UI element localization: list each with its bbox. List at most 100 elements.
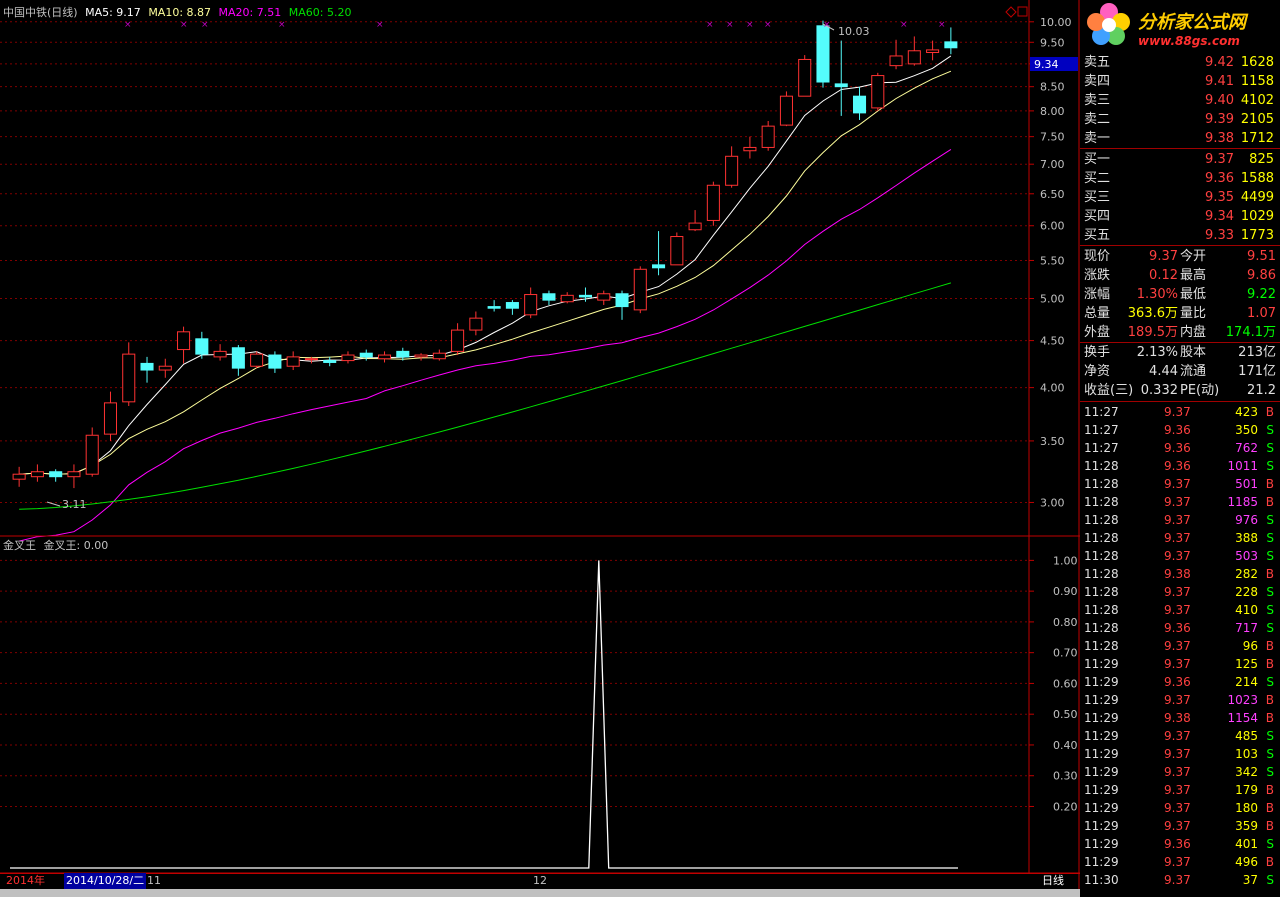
tick-row[interactable]: 11:28 9.36 1011 S — [1080, 457, 1280, 475]
tick-p: 9.36 — [1164, 423, 1191, 437]
tick-t: 11:28 — [1084, 531, 1119, 545]
y-tick-label: 7.50 — [1040, 131, 1065, 144]
tick-v: 282 — [1235, 567, 1258, 581]
tick-row[interactable]: 11:29 9.37 180 B — [1080, 799, 1280, 817]
candle-body — [816, 25, 830, 83]
y-tick-label: 1.00 — [1053, 554, 1078, 567]
tick-v: 180 — [1235, 801, 1258, 815]
svg-text:×: × — [278, 20, 286, 30]
tick-row[interactable]: 11:29 9.37 496 B — [1080, 853, 1280, 871]
tick-row[interactable]: 11:28 9.38 282 B — [1080, 565, 1280, 583]
y-tick-label: 5.00 — [1040, 293, 1065, 306]
sell-level-5[interactable]: 卖五 9.42 1628 — [1080, 53, 1280, 72]
candle-body — [414, 354, 428, 358]
x-axis-year: 2014年 — [6, 874, 45, 887]
tick-t: 11:28 — [1084, 495, 1119, 509]
tick-row[interactable]: 11:28 9.37 501 B — [1080, 475, 1280, 493]
tick-row[interactable]: 11:27 9.36 762 S — [1080, 439, 1280, 457]
order-label: 卖二 — [1084, 112, 1111, 127]
period-label[interactable]: 日线 — [1042, 873, 1064, 889]
tick-row[interactable]: 11:29 9.36 401 S — [1080, 835, 1280, 853]
order-volume: 1029 — [1240, 209, 1274, 224]
tick-row[interactable]: 11:29 9.37 125 B — [1080, 655, 1280, 673]
candle-body — [451, 329, 465, 352]
candle-body — [907, 50, 921, 65]
buy-level-1[interactable]: 买一 9.37 825 — [1080, 150, 1280, 169]
tick-p: 9.36 — [1164, 441, 1191, 455]
tick-p: 9.37 — [1164, 747, 1191, 761]
tick-row[interactable]: 11:27 9.37 423 B — [1080, 403, 1280, 421]
finance-row-1: 净资 4.44 流通 171亿 — [1080, 362, 1280, 381]
tick-s: S — [1266, 765, 1274, 779]
tick-t: 11:29 — [1084, 783, 1119, 797]
tick-row[interactable]: 11:28 9.37 96 B — [1080, 637, 1280, 655]
tick-p: 9.36 — [1164, 621, 1191, 635]
tick-row[interactable]: 11:27 9.36 350 S — [1080, 421, 1280, 439]
candle-body — [323, 360, 337, 363]
tick-row[interactable]: 11:29 9.37 359 B — [1080, 817, 1280, 835]
tick-v: 976 — [1235, 513, 1258, 527]
tick-row[interactable]: 11:28 9.37 976 S — [1080, 511, 1280, 529]
candle-body — [67, 471, 81, 478]
order-label: 卖五 — [1084, 55, 1111, 70]
sell-level-3[interactable]: 卖三 9.40 4102 — [1080, 91, 1280, 110]
candle-body — [213, 350, 227, 358]
stock-name: 中国中铁(日线) — [3, 6, 78, 19]
order-price: 9.37 — [1205, 152, 1234, 167]
indicator-tab-bar[interactable]: 指标模板金叉MACDDMIDMAFSLTRIXBRARCRVROBVASIEMV… — [0, 889, 1080, 897]
tick-row[interactable]: 11:29 9.38 1154 B — [1080, 709, 1280, 727]
sell-level-2[interactable]: 卖二 9.39 2105 — [1080, 110, 1280, 129]
y-tick-label: 4.00 — [1040, 382, 1065, 395]
tick-v: 103 — [1235, 747, 1258, 761]
tick-s: S — [1266, 531, 1274, 545]
tick-s: B — [1265, 657, 1274, 671]
tick-p: 9.37 — [1164, 873, 1191, 887]
quote-c: 最低 — [1180, 287, 1207, 302]
y-tick-label: 3.00 — [1040, 496, 1065, 509]
tick-row[interactable]: 11:29 9.36 214 S — [1080, 673, 1280, 691]
buy-level-5[interactable]: 买五 9.33 1773 — [1080, 226, 1280, 245]
tick-row[interactable]: 11:29 9.37 485 S — [1080, 727, 1280, 745]
current-price-marker-label: 9.34 — [1034, 58, 1059, 71]
tick-t: 11:28 — [1084, 513, 1119, 527]
tick-row[interactable]: 11:28 9.37 388 S — [1080, 529, 1280, 547]
tick-v: 410 — [1235, 603, 1258, 617]
chart-area[interactable]: 10.009.509.008.508.007.507.006.506.005.5… — [0, 0, 1080, 897]
buy-level-4[interactable]: 买四 9.34 1029 — [1080, 207, 1280, 226]
svg-text:×: × — [823, 20, 831, 30]
tick-t: 11:29 — [1084, 711, 1119, 725]
candle-body — [615, 293, 629, 308]
separator — [1080, 245, 1280, 246]
candle-body — [231, 347, 245, 369]
tick-s: S — [1266, 459, 1274, 473]
order-label: 卖三 — [1084, 93, 1111, 108]
quote-b: 9.37 — [1149, 249, 1178, 264]
tick-row[interactable]: 11:28 9.36 717 S — [1080, 619, 1280, 637]
buy-level-2[interactable]: 买二 9.36 1588 — [1080, 169, 1280, 188]
tick-p: 9.37 — [1164, 549, 1191, 563]
order-volume: 2105 — [1240, 112, 1274, 127]
indicator-value: 金叉王: 0.00 — [43, 539, 109, 552]
tick-row[interactable]: 11:29 9.37 342 S — [1080, 763, 1280, 781]
tick-row[interactable]: 11:29 9.37 103 S — [1080, 745, 1280, 763]
sell-level-4[interactable]: 卖四 9.41 1158 — [1080, 72, 1280, 91]
quote-d: 21.2 — [1247, 383, 1276, 398]
tick-t: 11:29 — [1084, 747, 1119, 761]
tick-v: 228 — [1235, 585, 1258, 599]
quote-a: 现价 — [1084, 249, 1111, 264]
tick-row[interactable]: 11:28 9.37 503 S — [1080, 547, 1280, 565]
tick-row[interactable]: 11:28 9.37 410 S — [1080, 601, 1280, 619]
buy-level-3[interactable]: 买三 9.35 4499 — [1080, 188, 1280, 207]
candle-body — [140, 362, 154, 371]
tick-v: 179 — [1235, 783, 1258, 797]
tick-t: 11:29 — [1084, 837, 1119, 851]
tick-row[interactable]: 11:30 9.37 37 S — [1080, 871, 1280, 889]
sell-level-1[interactable]: 卖一 9.38 1712 — [1080, 129, 1280, 148]
tick-row[interactable]: 11:29 9.37 1023 B — [1080, 691, 1280, 709]
order-volume: 825 — [1249, 152, 1274, 167]
quote-a: 涨跌 — [1084, 268, 1111, 283]
quote-a: 涨幅 — [1084, 287, 1111, 302]
tick-row[interactable]: 11:29 9.37 179 B — [1080, 781, 1280, 799]
tick-row[interactable]: 11:28 9.37 1185 B — [1080, 493, 1280, 511]
tick-row[interactable]: 11:28 9.37 228 S — [1080, 583, 1280, 601]
